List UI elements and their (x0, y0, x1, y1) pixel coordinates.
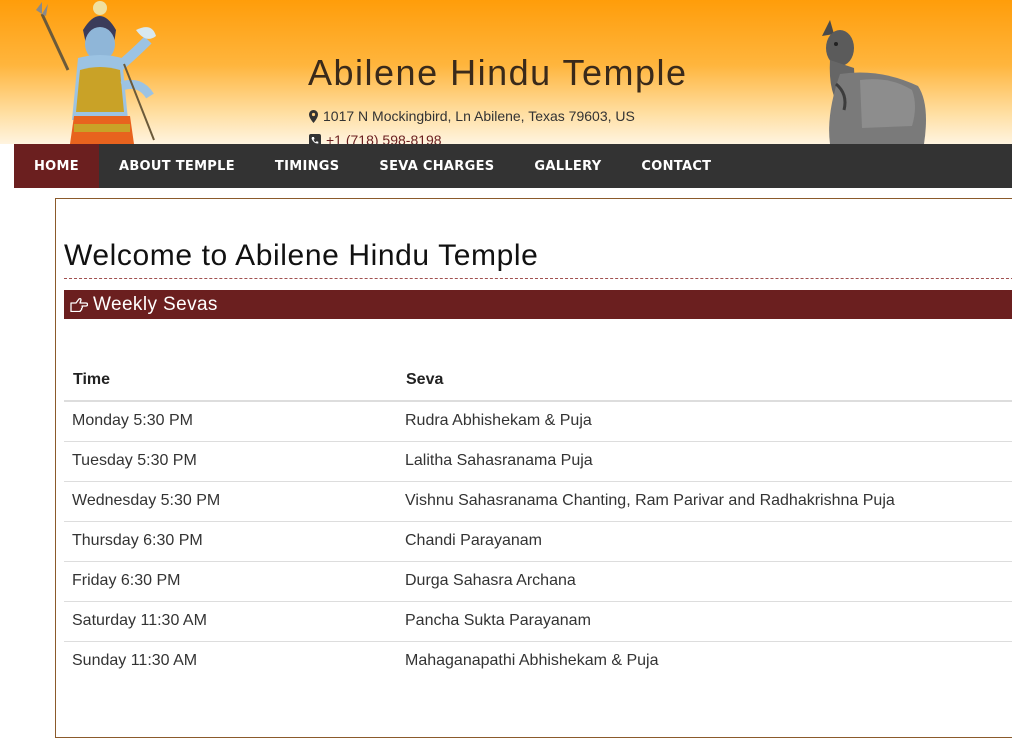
hand-point-right-icon (70, 297, 88, 312)
main-content: Welcome to Abilene Hindu Temple Weekly S… (55, 198, 1012, 738)
cell-seva: Vishnu Sahasranama Chanting, Ram Parivar… (397, 480, 1012, 521)
nav-about-temple[interactable]: ABOUT TEMPLE (99, 144, 255, 188)
site-title: Abilene Hindu Temple (308, 52, 688, 93)
column-header-time: Time (64, 359, 397, 402)
cell-time: Friday 6:30 PM (64, 560, 397, 601)
table-row: Monday 5:30 PM Rudra Abhishekam & Puja (64, 401, 1012, 441)
section-header-weekly-sevas: Weekly Sevas (64, 290, 1012, 319)
cell-time: Saturday 11:30 AM (64, 600, 397, 641)
site-header: Abilene Hindu Temple 1017 N Mockingbird,… (0, 0, 1012, 144)
phone-line: +1 (718) 598-8198 (309, 132, 442, 144)
nav-gallery[interactable]: GALLERY (514, 144, 621, 188)
nandi-image (822, 20, 926, 144)
table-row: Sunday 11:30 AM Mahaganapathi Abhishekam… (64, 640, 1012, 681)
table-header-row: Time Seva (64, 359, 1012, 402)
column-header-seva: Seva (397, 359, 1012, 402)
section-title: Weekly Sevas (93, 293, 218, 315)
page-title: Welcome to Abilene Hindu Temple (64, 239, 1012, 279)
phone-text[interactable]: +1 (718) 598-8198 (326, 132, 442, 144)
address-line: 1017 N Mockingbird, Ln Abilene, Texas 79… (309, 108, 635, 124)
table-row: Thursday 6:30 PM Chandi Parayanam (64, 520, 1012, 561)
cell-seva: Mahaganapathi Abhishekam & Puja (397, 640, 1012, 681)
table-row: Friday 6:30 PM Durga Sahasra Archana (64, 560, 1012, 601)
nav-contact[interactable]: CONTACT (621, 144, 731, 188)
cell-time: Sunday 11:30 AM (64, 640, 397, 681)
cell-seva: Rudra Abhishekam & Puja (405, 412, 592, 430)
table-row: Wednesday 5:30 PM Vishnu Sahasranama Cha… (64, 480, 1012, 521)
map-marker-icon (309, 109, 318, 123)
cell-seva: Durga Sahasra Archana (397, 560, 1012, 601)
cell-time: Tuesday 5:30 PM (64, 440, 397, 481)
cell-seva: Pancha Sukta Parayanam (397, 600, 1012, 641)
table-row: Saturday 11:30 AM Pancha Sukta Parayanam (64, 600, 1012, 641)
cell-time: Monday 5:30 PM (72, 412, 193, 430)
nav-timings[interactable]: TIMINGS (255, 144, 360, 188)
cell-seva: Chandi Parayanam (397, 520, 1012, 561)
main-nav: HOME ABOUT TEMPLE TIMINGS SEVA CHARGES G… (14, 144, 1012, 188)
address-text: 1017 N Mockingbird, Ln Abilene, Texas 79… (323, 108, 635, 124)
cell-time: Thursday 6:30 PM (64, 520, 397, 561)
nav-home[interactable]: HOME (14, 144, 99, 188)
phone-icon (309, 134, 321, 144)
table-row: Tuesday 5:30 PM Lalitha Sahasranama Puja (64, 440, 1012, 481)
cell-time: Wednesday 5:30 PM (64, 480, 397, 521)
nav-seva-charges[interactable]: SEVA CHARGES (359, 144, 514, 188)
cell-seva: Lalitha Sahasranama Puja (397, 440, 1012, 481)
weekly-sevas-table: Time Seva Monday 5:30 PM Rudra Abhisheka… (64, 359, 1012, 681)
shiva-image (36, 1, 156, 144)
